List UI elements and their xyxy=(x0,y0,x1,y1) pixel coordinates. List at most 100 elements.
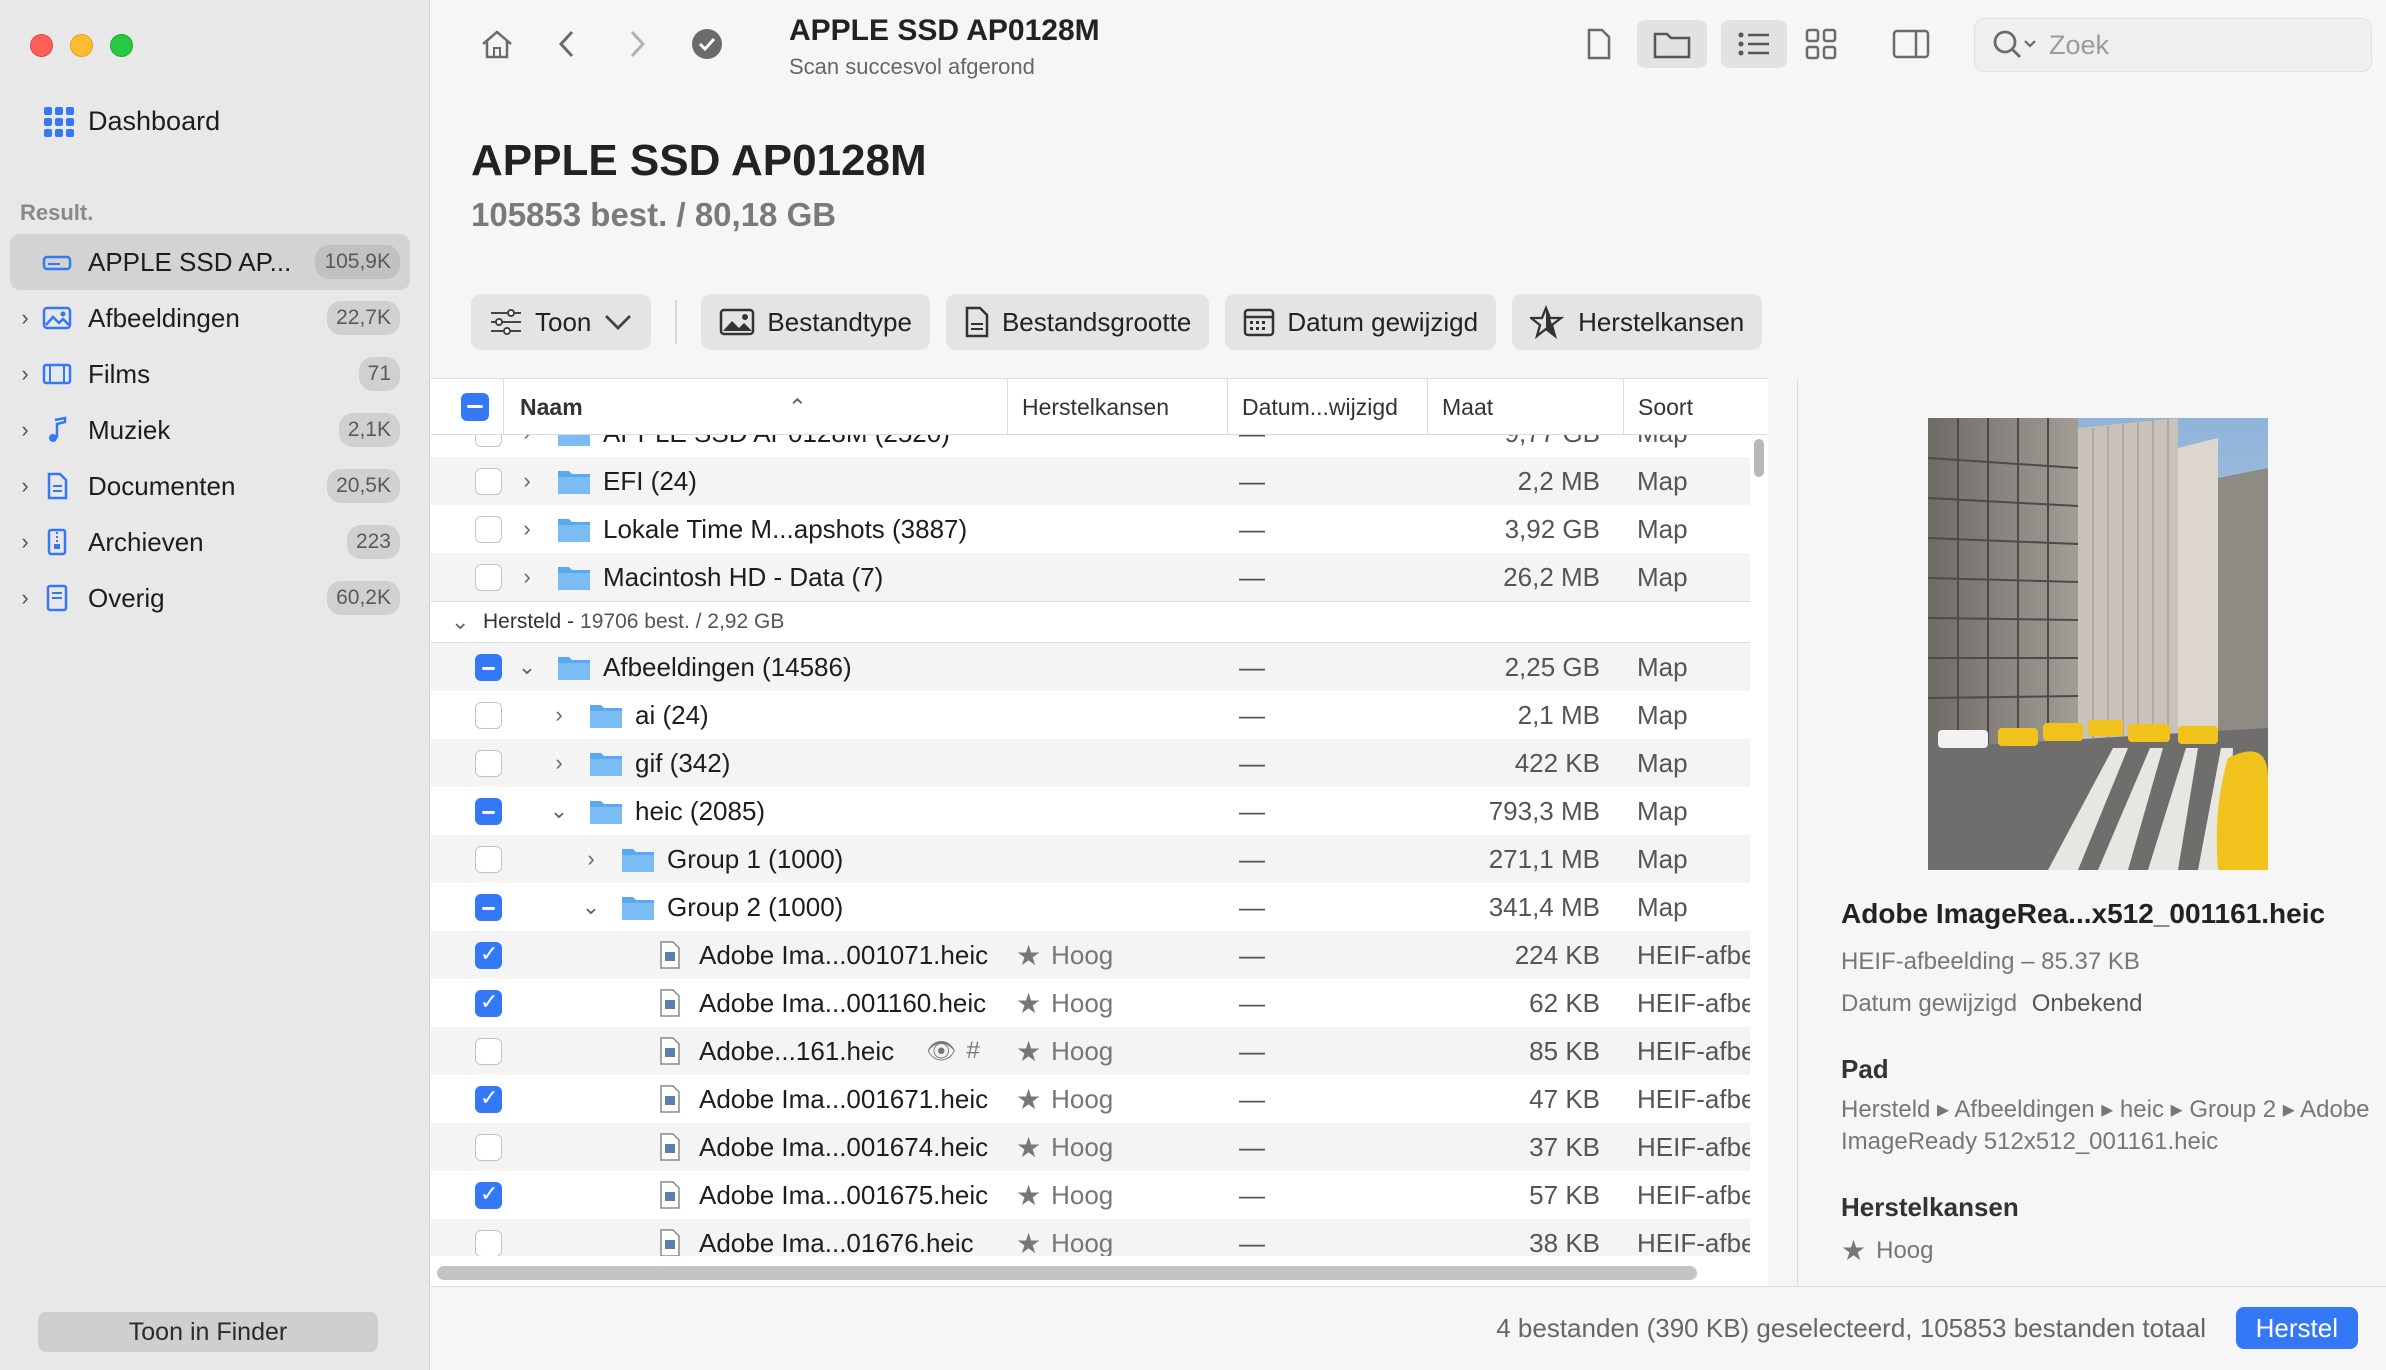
chevron-right-icon[interactable]: › xyxy=(581,846,601,872)
row-kind: HEIF-afbeelding xyxy=(1637,939,1750,970)
date-filter-button[interactable]: Datum gewijzigd xyxy=(1225,294,1497,350)
table-row[interactable]: › Macintosh HD - Data (7) — 26,2 MB Map xyxy=(431,553,1750,601)
preview-panel-toggle-icon[interactable] xyxy=(1885,20,1937,68)
column-header-name[interactable]: Naam ⌃ xyxy=(503,379,823,435)
table-row[interactable]: › gif (342) — 422 KB Map xyxy=(431,739,1750,787)
row-checkbox[interactable] xyxy=(475,653,502,681)
minimize-window-button[interactable] xyxy=(70,34,93,57)
table-row[interactable]: ⌄ Group 2 (1000) — 341,4 MB Map xyxy=(431,883,1750,931)
column-header-date[interactable]: Datum...wijzigd xyxy=(1227,379,1427,435)
forward-chevron-icon[interactable] xyxy=(611,20,663,68)
grid-view-icon[interactable] xyxy=(1795,20,1847,68)
chevron-right-icon[interactable]: › xyxy=(10,529,40,555)
table-row[interactable]: Adobe Ima...001674.heic ★ Hoog — 37 KB HEIF-a… xyxy=(431,1123,1750,1171)
close-window-button[interactable] xyxy=(30,34,53,57)
chevron-right-icon[interactable]: › xyxy=(10,473,40,499)
row-checkbox[interactable] xyxy=(475,797,502,825)
row-size: 57 KB xyxy=(1529,1179,1600,1210)
row-chance: ★ Hoog xyxy=(1016,987,1114,1019)
sidebar-item-other[interactable]: › Overig 60,2K xyxy=(10,570,410,626)
chevron-right-icon[interactable]: › xyxy=(10,417,40,443)
row-checkbox[interactable] xyxy=(475,989,502,1017)
table-row[interactable]: Adobe Ima...01676.heic ★ Hoog — 38 KB HEIF-af… xyxy=(431,1219,1750,1256)
table-row[interactable]: Adobe Ima...001675.heic ★Hoog — 57 KB HEIF-a… xyxy=(431,1171,1750,1219)
sidebar-item-films[interactable]: › Films 71 xyxy=(10,346,410,402)
table-row[interactable]: › Lokale Time M...apshots (3887) — 3,92 GB M… xyxy=(431,505,1750,553)
row-kind: Map xyxy=(1637,747,1688,778)
row-checkbox[interactable] xyxy=(475,563,502,591)
chevron-down-icon[interactable]: ⌄ xyxy=(581,894,601,920)
folder-icon xyxy=(589,749,623,777)
sidebar-item-dashboard[interactable]: Dashboard xyxy=(44,106,220,137)
hash-icon[interactable]: # xyxy=(966,1037,979,1066)
chevron-right-icon[interactable]: › xyxy=(10,361,40,387)
sidebar-item-drive[interactable]: APPLE SSD AP... 105,9K xyxy=(10,234,410,290)
group-header-recovered[interactable]: ⌄ Hersteld -19706 best. / 2,92 GB xyxy=(431,601,1750,643)
row-checkbox[interactable] xyxy=(475,845,502,873)
row-checkbox[interactable] xyxy=(475,1229,502,1256)
row-checkbox[interactable] xyxy=(475,1181,502,1209)
table-row[interactable]: › EFI (24) — 2,2 MB Map xyxy=(431,457,1750,505)
row-size: 224 KB xyxy=(1514,939,1600,970)
chevron-right-icon[interactable]: › xyxy=(10,585,40,611)
chevron-right-icon[interactable]: › xyxy=(517,468,537,494)
list-view-icon[interactable] xyxy=(1721,20,1787,68)
home-icon[interactable] xyxy=(471,20,523,68)
table-row[interactable]: Adobe Ima...001071.heic ★Hoog — 224 KB HEIF-… xyxy=(431,931,1750,979)
count-badge: 2,1K xyxy=(338,413,400,447)
row-checkbox[interactable] xyxy=(475,1133,502,1161)
row-name: Group 2 (1000) xyxy=(667,891,844,922)
row-checkbox[interactable] xyxy=(475,893,502,921)
sidebar-item-images[interactable]: › Afbeeldingen 22,7K xyxy=(10,290,410,346)
zoom-window-button[interactable] xyxy=(110,34,133,57)
table-row[interactable]: ⌄ heic (2085) — 793,3 MB Map xyxy=(431,787,1750,835)
table-row[interactable]: Adobe Ima...001160.heic ★Hoog — 62 KB HEIF-a… xyxy=(431,979,1750,1027)
show-in-finder-button[interactable]: Toon in Finder xyxy=(38,1312,378,1352)
chevron-down-icon[interactable]: ⌄ xyxy=(517,654,537,680)
folder-view-icon[interactable] xyxy=(1637,20,1707,68)
table-row[interactable]: › ai (24) — 2,1 MB Map xyxy=(431,691,1750,739)
results-list: APPLE SSD AP... 105,9K › Afbeeldingen 22… xyxy=(10,234,410,626)
filesize-filter-button[interactable]: Bestandsgrootte xyxy=(945,294,1210,350)
row-checkbox[interactable] xyxy=(475,941,502,969)
vertical-scrollbar[interactable] xyxy=(1754,439,1764,477)
chevron-right-icon[interactable]: › xyxy=(517,564,537,590)
row-checkbox[interactable] xyxy=(475,749,502,777)
table-row[interactable]: Adobe Ima...001671.heic ★Hoog — 47 KB HEIF-a… xyxy=(431,1075,1750,1123)
sidebar-item-music[interactable]: › Muziek 2,1K xyxy=(10,402,410,458)
chevron-down-icon[interactable]: ⌄ xyxy=(549,798,569,824)
row-hover-actions: 👁 # xyxy=(926,1037,980,1066)
horizontal-scrollbar[interactable] xyxy=(437,1266,1697,1280)
table-row[interactable]: Adobe...161.heic👁#★Hoog—85 KBHEIF-afbeel… xyxy=(431,1027,1750,1075)
chevron-right-icon[interactable]: › xyxy=(549,702,569,728)
other-icon xyxy=(40,584,74,612)
table-row[interactable]: › Group 1 (1000) — 271,1 MB Map xyxy=(431,835,1750,883)
row-name: EFI (24) xyxy=(603,465,697,496)
column-header-size[interactable]: Maat xyxy=(1427,379,1627,435)
search-field[interactable]: Zoek xyxy=(1974,18,2372,72)
back-chevron-icon[interactable] xyxy=(541,20,593,68)
restore-button[interactable]: Herstel xyxy=(2235,1307,2358,1349)
sidebar-item-documents[interactable]: › Documenten 20,5K xyxy=(10,458,410,514)
row-checkbox[interactable] xyxy=(475,467,502,495)
chevron-down-icon[interactable]: ⌄ xyxy=(451,609,475,635)
column-header-chances[interactable]: Herstelkansen xyxy=(1007,379,1227,435)
row-checkbox[interactable] xyxy=(475,1037,502,1065)
row-checkbox[interactable] xyxy=(475,515,502,543)
column-header-kind[interactable]: Soort xyxy=(1623,379,1768,435)
document-icon xyxy=(40,472,74,500)
chevron-right-icon[interactable]: › xyxy=(10,305,40,331)
row-size: 47 KB xyxy=(1529,1083,1600,1114)
row-checkbox[interactable] xyxy=(475,1085,502,1113)
filetype-filter-button[interactable]: Bestandtype xyxy=(701,294,930,350)
chevron-right-icon[interactable]: › xyxy=(549,750,569,776)
row-checkbox[interactable] xyxy=(475,701,502,729)
chevron-right-icon[interactable]: › xyxy=(517,516,537,542)
chances-filter-button[interactable]: Herstelkansen xyxy=(1512,294,1763,350)
select-all-checkbox[interactable] xyxy=(461,393,489,421)
table-row[interactable]: ⌄ Afbeeldingen (14586) — 2,25 GB Map xyxy=(431,643,1750,691)
preview-eye-icon[interactable]: 👁 xyxy=(926,1037,956,1066)
show-filter-button[interactable]: Toon xyxy=(471,294,652,350)
sidebar-item-archives[interactable]: › Archieven 223 xyxy=(10,514,410,570)
file-view-icon[interactable] xyxy=(1573,20,1625,68)
